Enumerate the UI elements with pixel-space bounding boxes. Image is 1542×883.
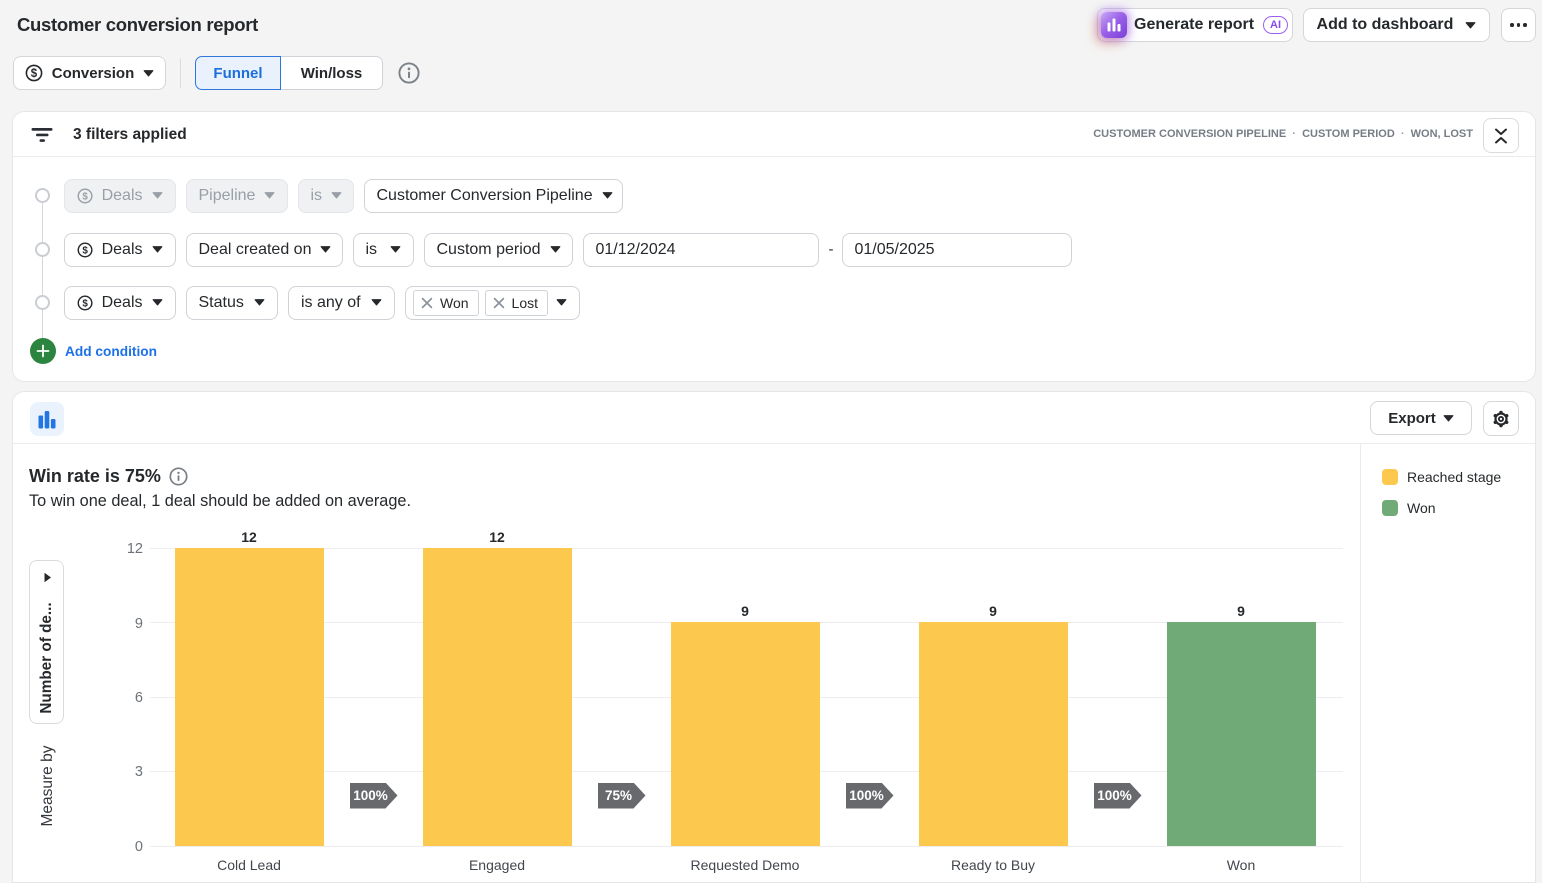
svg-text:$: $ [82,245,88,256]
svg-text:$: $ [31,68,38,80]
svg-text:$: $ [82,191,88,202]
svg-text:$: $ [82,298,88,309]
